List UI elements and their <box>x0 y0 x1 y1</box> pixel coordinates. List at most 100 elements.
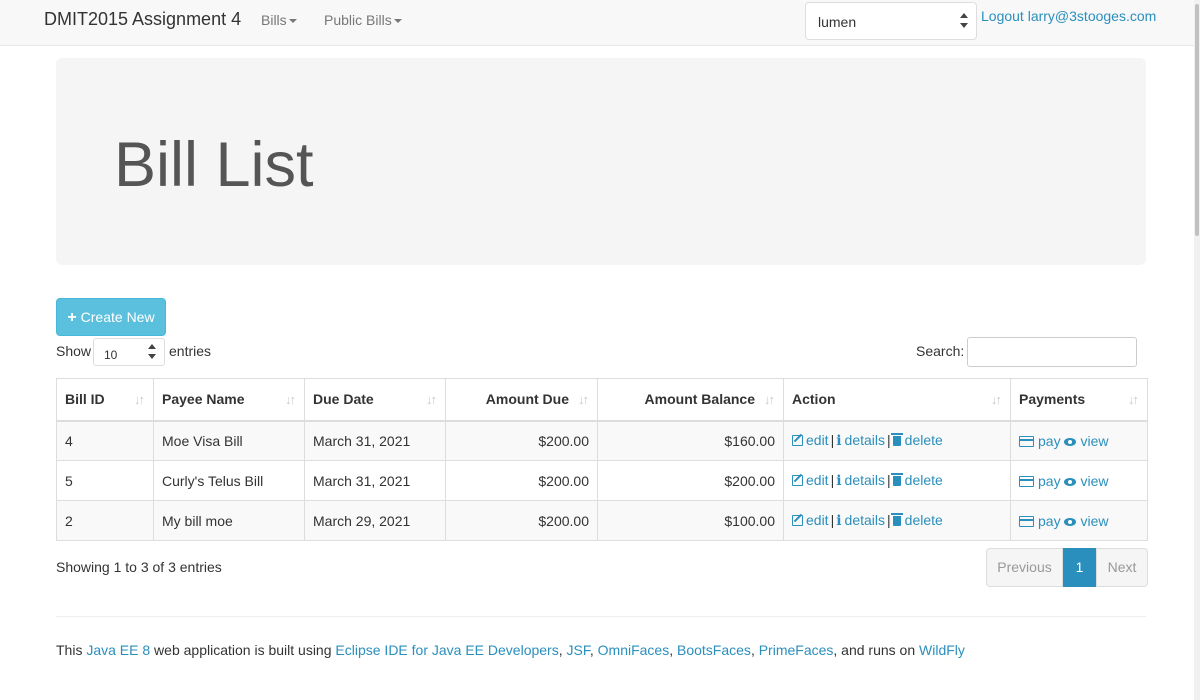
delete-link[interactable]: delete <box>890 432 943 448</box>
bootsfaces-link[interactable]: BootsFaces <box>677 642 751 658</box>
column-header-amount-balance[interactable]: Amount Balance ↓↑ <box>597 378 784 422</box>
details-label: details <box>844 512 886 528</box>
edit-label: edit <box>806 432 829 449</box>
trash-icon <box>890 433 903 447</box>
payee-name-cell: Moe Visa Bill <box>153 420 305 461</box>
footer-text: web application is built using <box>150 642 336 658</box>
footer-text: , <box>669 642 677 658</box>
payments-cell: pay view <box>1010 500 1148 541</box>
wildfly-link[interactable]: WildFly <box>919 642 965 658</box>
column-header-payments[interactable]: Payments ↓↑ <box>1010 378 1148 422</box>
pay-link[interactable]: pay <box>1019 433 1061 449</box>
edit-link[interactable]: edit <box>792 472 829 488</box>
column-header-amount-due[interactable]: Amount Due ↓↑ <box>445 378 598 422</box>
details-link[interactable]: i details <box>836 472 886 489</box>
credit-card-icon <box>1019 475 1034 487</box>
public-bills-menu[interactable]: Public Bills <box>324 12 402 28</box>
brand[interactable]: DMIT2015 Assignment 4 <box>44 9 241 30</box>
pay-label: pay <box>1038 472 1061 489</box>
entries-label: entries <box>169 343 212 359</box>
view-link[interactable]: view <box>1064 513 1108 529</box>
bills-menu[interactable]: Bills <box>261 12 297 28</box>
column-header-label: Amount Balance <box>644 391 755 408</box>
page-1-button[interactable]: 1 <box>1063 548 1096 587</box>
trash-icon <box>890 473 903 486</box>
view-label: view <box>1080 512 1109 529</box>
details-link[interactable]: i details <box>836 432 885 450</box>
column-header-bill-id[interactable]: Bill ID ↓↑ <box>56 378 154 422</box>
omnifaces-link[interactable]: OmniFaces <box>598 642 670 658</box>
public-bills-menu-label: Public Bills <box>324 12 392 28</box>
footer: This Java EE 8 web application is built … <box>56 642 965 658</box>
edit-link[interactable]: edit <box>792 512 829 528</box>
amount-balance-cell: $100.00 <box>597 500 784 541</box>
separator: | <box>830 432 835 449</box>
delete-label: delete <box>904 472 943 488</box>
primefaces-link[interactable]: PrimeFaces <box>759 642 834 658</box>
java-ee-link[interactable]: Java EE 8 <box>86 642 150 658</box>
details-link[interactable]: i details <box>836 512 886 529</box>
sort-icon: ↓↑ <box>285 392 296 407</box>
due-date-cell: March 31, 2021 <box>304 460 446 501</box>
pay-link[interactable]: pay <box>1019 513 1061 529</box>
column-header-action[interactable]: Action ↓↑ <box>783 378 1011 422</box>
eclipse-link[interactable]: Eclipse IDE for Java EE Developers <box>335 642 558 658</box>
pay-link[interactable]: pay <box>1019 473 1061 489</box>
trash-icon <box>890 513 903 526</box>
separator: | <box>830 512 835 528</box>
payments-cell: pay view <box>1010 460 1148 501</box>
action-cell: edit | i details | delete <box>783 500 1011 541</box>
select-arrows-icon <box>148 344 156 362</box>
column-header-payee-name[interactable]: Payee Name ↓↑ <box>153 378 305 422</box>
search-input[interactable] <box>967 337 1137 367</box>
info-icon: i <box>836 513 842 529</box>
sort-icon: ↓↑ <box>1128 392 1139 407</box>
details-label: details <box>844 472 886 488</box>
delete-link[interactable]: delete <box>890 472 943 488</box>
footer-text: , <box>750 642 759 658</box>
pay-label: pay <box>1038 432 1061 449</box>
info-icon: i <box>836 473 842 489</box>
bill-id-cell: 2 <box>56 500 154 541</box>
view-link[interactable]: view <box>1064 433 1108 449</box>
edit-icon <box>792 435 803 447</box>
view-label: view <box>1080 432 1109 449</box>
table-row: 2 My bill moe March 29, 2021 $200.00 $10… <box>56 500 1148 541</box>
amount-balance-cell: $160.00 <box>597 420 784 461</box>
bill-id-cell: 5 <box>56 460 154 501</box>
logout-link[interactable]: Logout larry@3stooges.com <box>981 8 1156 24</box>
sort-icon: ↓↑ <box>991 392 1002 407</box>
edit-icon <box>792 475 803 486</box>
edit-link[interactable]: edit <box>792 432 829 448</box>
column-header-due-date[interactable]: Due Date ↓↑ <box>304 378 446 422</box>
delete-link[interactable]: delete <box>890 512 943 528</box>
amount-due-cell: $200.00 <box>445 460 598 501</box>
column-header-label: Amount Due <box>485 391 569 408</box>
jsf-link[interactable]: JSF <box>567 642 590 658</box>
page-title: Bill List <box>114 130 314 200</box>
next-page-button[interactable]: Next <box>1096 548 1148 587</box>
credit-card-icon <box>1019 515 1034 527</box>
jumbotron: Bill List <box>56 58 1146 265</box>
page-scrollbar[interactable] <box>1194 0 1200 700</box>
eye-icon <box>1064 437 1077 446</box>
bills-menu-label: Bills <box>261 12 287 28</box>
separator: | <box>830 472 835 488</box>
footer-text: , <box>558 642 567 658</box>
due-date-cell: March 31, 2021 <box>304 420 446 461</box>
caret-down-icon <box>393 19 402 24</box>
footer-text: , <box>589 642 598 658</box>
previous-page-button[interactable]: Previous <box>986 548 1063 587</box>
scrollbar-thumb[interactable] <box>1195 4 1199 236</box>
info-icon: i <box>836 433 842 450</box>
footer-text: , and runs on <box>833 642 920 658</box>
column-header-label: Payee Name <box>162 391 245 408</box>
create-new-button[interactable]: + Create New <box>56 298 166 336</box>
pagination: Previous 1 Next <box>986 548 1148 587</box>
page-length-select[interactable]: 10 <box>93 338 165 366</box>
view-link[interactable]: view <box>1064 473 1108 489</box>
edit-label: edit <box>806 472 829 488</box>
column-header-label: Payments <box>1019 391 1086 408</box>
theme-select[interactable]: lumen <box>805 2 977 40</box>
search-label: Search: <box>916 343 965 359</box>
